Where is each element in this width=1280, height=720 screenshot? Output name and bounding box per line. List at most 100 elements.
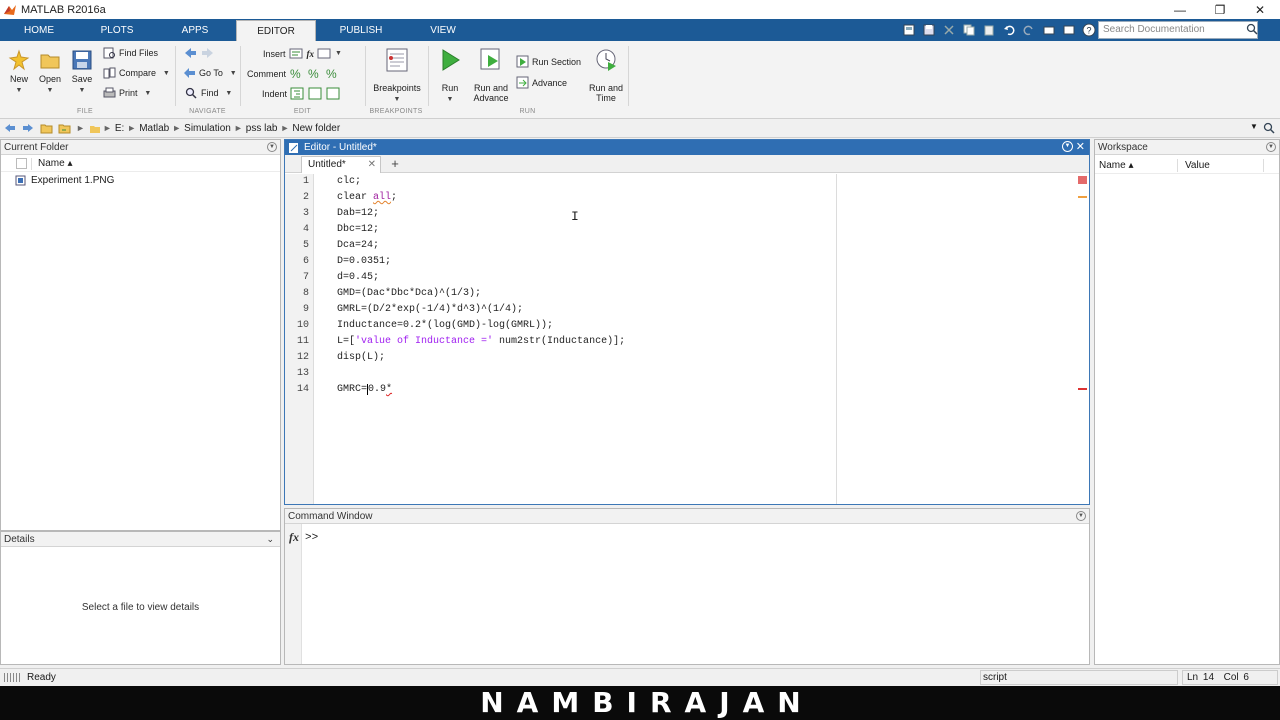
insert-function-icon[interactable]: fx [307,49,315,59]
close-window-button[interactable]: ✕ [1240,0,1280,19]
code-line[interactable]: 5 Dca=24; [303,238,1075,254]
wrap-comment-icon: % [326,67,337,80]
code-line[interactable]: 1 clc; [303,174,1075,190]
layout-icon[interactable] [900,22,918,38]
code-line[interactable]: 4 Dbc=12; [303,222,1075,238]
tab-close-icon[interactable]: ✕ [368,159,376,170]
editor-close-icon[interactable]: ✕ [1076,140,1085,155]
breadcrumb-simulation[interactable]: Simulation [184,123,231,134]
find-files-button[interactable]: Find Files [103,47,158,59]
code-line[interactable]: 8 GMD=(Dac*Dbc*Dca)^(1/3); [303,286,1075,302]
tab-untitled[interactable]: Untitled* ✕ [301,156,381,173]
navigate-section-label: NAVIGATE [189,108,226,115]
error-marker[interactable] [1078,388,1087,390]
search-icon[interactable] [1246,23,1258,35]
workspace-title: Workspace [1098,142,1148,153]
error-status-indicator[interactable] [1078,176,1087,184]
compare-button[interactable]: Compare ▼ [103,67,170,79]
redo-icon[interactable] [1020,22,1038,38]
tab-publish[interactable]: PUBLISH [318,19,404,41]
breadcrumb-matlab[interactable]: Matlab [139,123,169,134]
go-to-icon [184,68,195,78]
back-icon[interactable] [2,120,18,136]
undo-icon[interactable] [1000,22,1018,38]
code-line[interactable]: 6 D=0.0351; [303,254,1075,270]
command-prompt[interactable]: fx >> [289,530,318,545]
insert-label: Insert [263,48,286,59]
switch-windows-icon[interactable] [1040,22,1058,38]
copy-icon[interactable] [960,22,978,38]
cut-icon[interactable] [940,22,958,38]
folder-search-icon[interactable] [1263,122,1275,134]
save-label: Save [71,74,93,84]
paste-icon[interactable] [980,22,998,38]
file-row[interactable]: Experiment 1.PNG [15,175,114,186]
code-text: Dab=12; [337,208,380,219]
line-number: 11 [296,336,309,347]
save-button[interactable]: Save ▼ [68,49,96,96]
code-line[interactable]: 13 [297,366,1075,382]
breakpoints-button[interactable]: Breakpoints ▼ [368,47,426,105]
details-header: Details ⌄ [1,532,280,547]
restore-button[interactable]: ❐ [1200,0,1240,19]
back-forward-buttons[interactable] [183,47,215,59]
run-and-advance-button[interactable]: Run and Advance [472,47,510,103]
code-line[interactable]: 2 clear all; [303,190,1075,206]
new-tab-button[interactable]: + [384,156,406,173]
panel-menu-icon[interactable]: ▼ [1266,142,1276,152]
breadcrumb-pss-lab[interactable]: pss lab [246,123,278,134]
keyword-token: all [373,192,392,203]
code-line[interactable]: 7 d=0.45; [303,270,1075,286]
code-line[interactable]: 11 L=['value of Inductance =' num2str(Ind… [297,334,1075,350]
tab-view[interactable]: VIEW [404,19,482,41]
code-line[interactable]: 14 GMRC=0.9* [297,382,1075,398]
breadcrumb-new-folder[interactable]: New folder [292,123,340,134]
find-button[interactable]: Find ▼ [185,87,232,99]
help-icon[interactable]: ? [1080,22,1098,38]
warning-marker[interactable] [1078,196,1087,198]
code-line[interactable]: 9 GMRL=(D/2*exp(-1/4)*d^3)^(1/4); [303,302,1075,318]
address-dropdown-icon[interactable]: ▼ [1250,122,1258,131]
run-and-time-button[interactable]: Run and Time [588,47,624,103]
column-name-header[interactable]: Name ▴ [38,158,72,169]
go-to-button[interactable]: Go To ▼ [183,67,237,79]
tab-plots[interactable]: PLOTS [78,19,156,41]
command-window-header: Command Window ▼ [285,509,1089,524]
code-line[interactable]: 10 Inductance=0.2*(log(GMD)-log(GMRL)); [297,318,1075,334]
tab-home[interactable]: HOME [0,19,78,41]
insert-button[interactable]: Insert fx ▼ [263,47,342,60]
search-documentation-input[interactable]: Search Documentation [1098,21,1258,39]
open-button[interactable]: Open ▼ [36,49,64,96]
tab-editor[interactable]: EDITOR [236,20,316,41]
run-section-button[interactable]: Run Section [516,55,581,68]
advance-button[interactable]: Advance [516,76,567,89]
up-folder-icon[interactable] [38,120,54,136]
print-button[interactable]: Print ▼ [103,87,151,99]
panel-menu-icon[interactable]: ▼ [267,142,277,152]
function-browser-icon[interactable]: fx [289,530,299,545]
tab-apps[interactable]: APPS [156,19,234,41]
title-bar: MATLAB R2016a — ❐ ✕ [0,0,1280,19]
column-type-header[interactable] [16,158,27,169]
forward-icon[interactable] [20,120,36,136]
column-value-header[interactable]: Value [1185,160,1210,171]
browse-folder-icon[interactable] [56,120,72,136]
quick-access-toolbar: ? [900,22,1098,38]
code-line[interactable]: 3 Dab=12; [303,206,1075,222]
save-quick-icon[interactable] [920,22,938,38]
new-button[interactable]: New ▼ [5,49,33,96]
minimize-button[interactable]: — [1160,0,1200,19]
string-token: 'value of Inductance =' [355,336,494,347]
code-line[interactable]: 12 disp(L); [297,350,1075,366]
indent-button[interactable]: Indent [262,87,341,100]
code-area[interactable]: 1 clc; 2 clear all; 3 Dab=12; 4 Dbc=12; 5 Dca… [297,174,1089,504]
comment-button[interactable]: Comment % % % [247,67,340,80]
panel-menu-icon[interactable]: ▼ [1076,511,1086,521]
details-collapse-icon[interactable]: ⌄ [266,532,274,547]
run-button[interactable]: Run ▼ [434,47,466,105]
column-name-header[interactable]: Name ▴ [1099,160,1133,171]
editor-menu-icon[interactable]: ▼ [1062,141,1073,152]
watermark-banner: NAMBIRAJAN [0,686,1280,720]
community-icon[interactable] [1060,22,1078,38]
breadcrumb-drive[interactable]: E: [115,123,124,134]
